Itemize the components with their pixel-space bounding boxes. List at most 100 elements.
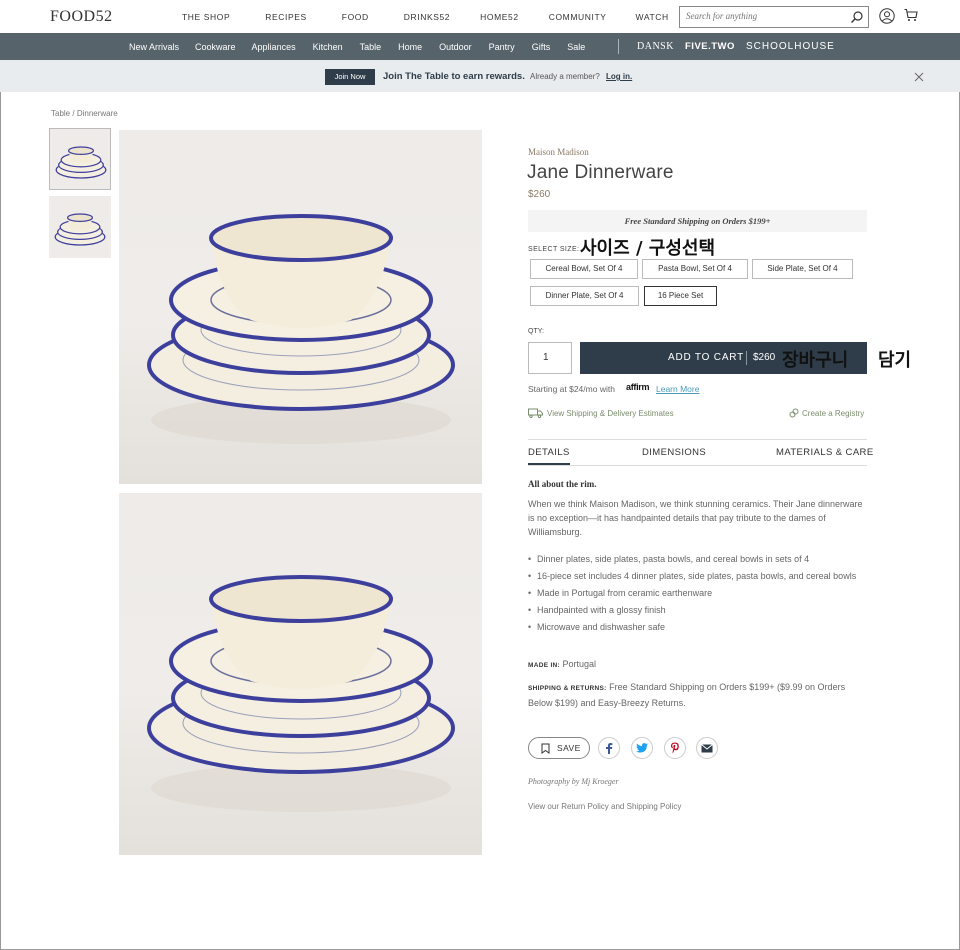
size-option-cereal-bowl[interactable]: Cereal Bowl, Set Of 4 — [530, 259, 638, 279]
product-photo-2[interactable] — [119, 493, 482, 855]
cat-gifts[interactable]: Gifts — [532, 42, 551, 52]
breadcrumb-table[interactable]: Table — [51, 109, 70, 118]
dinnerware-thumbnail-image — [50, 129, 110, 189]
promo-text: Join The Table to earn rewards. — [383, 71, 525, 82]
cat-outdoor[interactable]: Outdoor — [439, 42, 472, 52]
dinnerware-stack-image — [147, 575, 455, 812]
main-nav: THE SHOP RECIPES FOOD DRINKS52 HOME52 CO… — [182, 12, 669, 22]
create-registry-label: Create a Registry — [802, 408, 865, 418]
create-registry-link[interactable]: Create a Registry — [789, 408, 864, 418]
cat-kitchen[interactable]: Kitchen — [313, 42, 343, 52]
policy-links: View our Return Policy and Shipping Poli… — [528, 802, 681, 811]
size-option-16-piece[interactable]: 16 Piece Set — [644, 286, 717, 306]
product-photo-1[interactable] — [119, 130, 482, 484]
affirm-logo: affirm — [626, 382, 650, 392]
size-option-side-plate[interactable]: Side Plate, Set Of 4 — [752, 259, 853, 279]
list-item: Dinner plates, side plates, pasta bowls,… — [528, 552, 868, 566]
quantity-input[interactable]: 1 — [528, 342, 572, 374]
member-text: Already a member? — [530, 72, 600, 81]
policy-and: and — [611, 802, 625, 811]
size-option-dinner-plate[interactable]: Dinner Plate, Set Of 4 — [530, 286, 639, 306]
nav-drinks52[interactable]: DRINKS52 — [404, 12, 450, 22]
shipping-policy-link[interactable]: Shipping Policy — [627, 802, 682, 811]
add-to-cart-price: $260 — [753, 352, 776, 363]
nav-food[interactable]: FOOD — [342, 12, 369, 22]
close-icon[interactable] — [914, 72, 924, 82]
shipping-banner: Free Standard Shipping on Orders $199+ — [528, 210, 867, 232]
facebook-icon — [606, 743, 613, 754]
cat-sale[interactable]: Sale — [567, 42, 585, 52]
email-share-button[interactable] — [696, 737, 718, 759]
truck-icon — [528, 408, 543, 418]
twitter-share-button[interactable] — [631, 737, 653, 759]
pinterest-icon — [671, 742, 679, 754]
details-heading: All about the rim. — [528, 479, 597, 489]
search-box[interactable] — [679, 6, 869, 28]
list-item: 16-piece set includes 4 dinner plates, s… — [528, 569, 868, 583]
shipping-estimates-label: View Shipping & Delivery Estimates — [547, 408, 674, 418]
save-label: SAVE — [557, 743, 581, 753]
nav-home52[interactable]: HOME52 — [480, 12, 519, 22]
thumbnail-2[interactable] — [49, 196, 111, 258]
cat-cookware[interactable]: Cookware — [195, 42, 236, 52]
cart-annotation: 장바구니 — [782, 350, 849, 371]
cat-table[interactable]: Table — [360, 42, 382, 52]
product-maker[interactable]: Maison Madison — [528, 147, 589, 157]
made-in-label: MADE IN: — [528, 662, 561, 669]
facebook-share-button[interactable] — [598, 737, 620, 759]
breadcrumb: Table / Dinnerware — [51, 109, 118, 118]
list-item: Made in Portugal from ceramic earthenwar… — [528, 586, 868, 600]
made-in: MADE IN: Portugal — [528, 659, 596, 669]
brand-five-two[interactable]: FIVE.TWO — [685, 41, 735, 52]
product-title: Jane Dinnerware — [527, 162, 674, 183]
affirm-text: Starting at $24/mo with — [528, 384, 615, 394]
tab-dimensions[interactable]: DIMENSIONS — [642, 447, 706, 458]
cart-icon[interactable] — [904, 8, 918, 22]
join-now-button[interactable]: Join Now — [325, 69, 375, 85]
food52-logo[interactable]: FOOD52 — [50, 8, 113, 26]
cat-new-arrivals[interactable]: New Arrivals — [129, 42, 179, 52]
tabs-bottom-border — [528, 465, 867, 466]
shipping-estimates-link[interactable]: View Shipping & Delivery Estimates — [528, 408, 674, 418]
cat-home[interactable]: Home — [398, 42, 422, 52]
nav-community[interactable]: COMMUNITY — [549, 12, 607, 22]
category-items: New Arrivals Cookware Appliances Kitchen… — [129, 42, 585, 52]
nav-watch[interactable]: WATCH — [636, 12, 669, 22]
add-to-cart-label: ADD TO CART — [668, 352, 745, 363]
return-policy-link[interactable]: Return Policy — [561, 802, 609, 811]
policy-prefix: View our — [528, 802, 559, 811]
save-button[interactable]: SAVE — [528, 737, 590, 759]
nav-the-shop[interactable]: THE SHOP — [182, 12, 230, 22]
brand-dansk[interactable]: DANSK — [637, 41, 674, 52]
list-item: Handpainted with a glossy finish — [528, 603, 868, 617]
size-annotation: 사이즈 / 구성선택 — [580, 238, 716, 259]
learn-more-link[interactable]: Learn More — [656, 384, 699, 394]
search-input[interactable] — [686, 11, 846, 21]
thumbnail-1[interactable] — [49, 128, 111, 190]
cart-annotation-2: 담기 — [878, 350, 912, 371]
tab-materials-care[interactable]: MATERIALS & CARE — [776, 447, 874, 458]
link-icon — [789, 408, 799, 418]
top-header: FOOD52 THE SHOP RECIPES FOOD DRINKS52 HO… — [0, 0, 960, 33]
search-icon[interactable] — [850, 10, 864, 24]
breadcrumb-dinnerware[interactable]: Dinnerware — [77, 109, 118, 118]
tabs-top-border — [528, 439, 867, 440]
size-option-pasta-bowl[interactable]: Pasta Bowl, Set Of 4 — [642, 259, 748, 279]
bookmark-icon — [541, 743, 550, 754]
nav-recipes[interactable]: RECIPES — [265, 12, 307, 22]
product-price: $260 — [528, 189, 551, 200]
account-icon[interactable] — [879, 8, 895, 24]
twitter-icon — [636, 743, 648, 753]
made-in-value: Portugal — [562, 659, 597, 669]
login-link[interactable]: Log in. — [606, 72, 632, 81]
pinterest-share-button[interactable] — [664, 737, 686, 759]
cat-appliances[interactable]: Appliances — [252, 42, 296, 52]
add-to-cart-divider — [746, 351, 747, 365]
photo-credit: Photography by Mj Kroeger — [528, 777, 619, 786]
cat-pantry[interactable]: Pantry — [489, 42, 515, 52]
tab-details[interactable]: DETAILS — [528, 447, 570, 465]
brand-schoolhouse[interactable]: SCHOOLHOUSE — [746, 41, 835, 52]
email-icon — [701, 743, 713, 752]
category-nav: New Arrivals Cookware Appliances Kitchen… — [0, 33, 960, 60]
list-item: Microwave and dishwasher safe — [528, 620, 868, 634]
